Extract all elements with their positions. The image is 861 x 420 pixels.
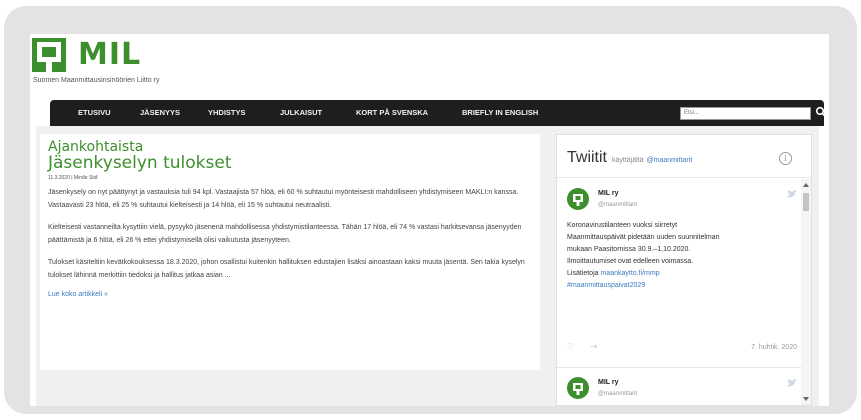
nav-item-svenska[interactable]: KORT PÅ SVENSKA: [356, 100, 428, 126]
logo-mark-icon: [32, 38, 66, 72]
search-input[interactable]: Etsi...: [680, 107, 811, 120]
tweet-hashtag[interactable]: #maanmittauspaivat2029: [567, 282, 645, 289]
twitter-title: Twiitit: [567, 149, 607, 166]
scroll-down-icon[interactable]: [803, 397, 809, 401]
like-icon[interactable]: ♡: [567, 342, 574, 351]
twitter-widget: Twiitit käyttäjältä @maanmittarit i MIL …: [556, 134, 812, 406]
site-logo[interactable]: MIL: [32, 38, 141, 72]
article-paragraph: Jäsenkysely on nyt päättynyt ja vastauks…: [48, 189, 519, 209]
twitter-handle-link[interactable]: @maanmittarit: [647, 157, 693, 164]
nav-item-etusivu[interactable]: ETUSIVU: [78, 100, 111, 126]
twitter-scrollbar[interactable]: [801, 179, 811, 405]
tweet[interactable]: MIL ry @maanmittarit: [557, 369, 801, 406]
avatar[interactable]: [567, 377, 589, 399]
search-icon[interactable]: [815, 105, 827, 119]
tweet[interactable]: MIL ry @maanmittarit Koronavirustilantee…: [557, 178, 801, 368]
tweet-link[interactable]: maankaytto.fi/mmp: [600, 270, 659, 277]
tweet-author-handle[interactable]: @maanmittarit: [598, 391, 637, 397]
share-icon[interactable]: ⇢: [590, 342, 597, 351]
nav-item-yhdistys[interactable]: YHDISTYS: [208, 100, 246, 126]
tweet-text-line: Maanmittauspäivät pidetään uuden suunnit…: [567, 234, 720, 241]
nav-item-julkaisut[interactable]: JULKAISUT: [280, 100, 322, 126]
twitter-by-label: käyttäjältä: [612, 157, 644, 164]
logo-text: MIL: [78, 37, 142, 72]
main-nav: ETUSIVU JÄSENYYS YHDISTYS JULKAISUT KORT…: [50, 100, 827, 126]
tweet-text: Koronavirustilanteen vuoksi siirretyt Ma…: [567, 220, 793, 292]
twitter-header: Twiitit käyttäjältä @maanmittarit: [567, 149, 692, 167]
read-more-link[interactable]: Lue koko artikkeli »: [48, 291, 532, 298]
avatar[interactable]: [567, 188, 589, 210]
scroll-up-icon[interactable]: [803, 183, 809, 187]
info-icon[interactable]: i: [779, 152, 792, 165]
tweet-text-line: Ilmoittautumiset ovat edelleen voimassa.: [567, 258, 694, 265]
tweet-author-name[interactable]: MIL ry: [598, 190, 619, 197]
tweet-text-line: mukaan Paasitornissa 30.9.–1.10.2020.: [567, 246, 691, 253]
article-card: Ajankohtaista Jäsenkyselyn tulokset 11.3…: [40, 134, 540, 370]
tweet-date[interactable]: 7. huhtik. 2020: [751, 344, 797, 351]
tweet-actions: ♡ ⇢: [567, 342, 597, 351]
article-title[interactable]: Jäsenkyselyn tulokset: [48, 154, 532, 172]
nav-item-jasenyys[interactable]: JÄSENYYS: [140, 100, 180, 126]
article-paragraph: Kielteisesti vastanneilta kysyttiin viel…: [48, 224, 522, 244]
tweet-text-line: Lisätietoja maankaytto.fi/mmp: [567, 268, 793, 280]
tweet-author-name[interactable]: MIL ry: [598, 379, 619, 386]
tweet-text-line: #maanmittauspaivat2029: [567, 280, 793, 292]
twitter-bird-icon[interactable]: [787, 186, 798, 198]
site-tagline: Suomen Maanmittausinsinöörien Liitto ry: [33, 77, 160, 84]
article-paragraph: Tulokset käsiteltiin kevätkokouksessa 18…: [48, 259, 525, 279]
twitter-bird-icon[interactable]: [787, 375, 798, 387]
tweet-author-handle[interactable]: @maanmittarit: [598, 202, 637, 208]
tweet-text-line: Koronavirustilanteen vuoksi siirretyt: [567, 222, 678, 229]
article-category[interactable]: Ajankohtaista: [48, 140, 532, 154]
page: MIL Suomen Maanmittausinsinöörien Liitto…: [30, 34, 829, 406]
article-meta: 11.3.2020 | Minđe Stiđ: [48, 175, 98, 181]
scroll-thumb[interactable]: [803, 193, 809, 211]
nav-item-english[interactable]: BRIEFLY IN ENGLISH: [462, 100, 538, 126]
tweet-more-label: Lisätietoja: [567, 270, 599, 277]
